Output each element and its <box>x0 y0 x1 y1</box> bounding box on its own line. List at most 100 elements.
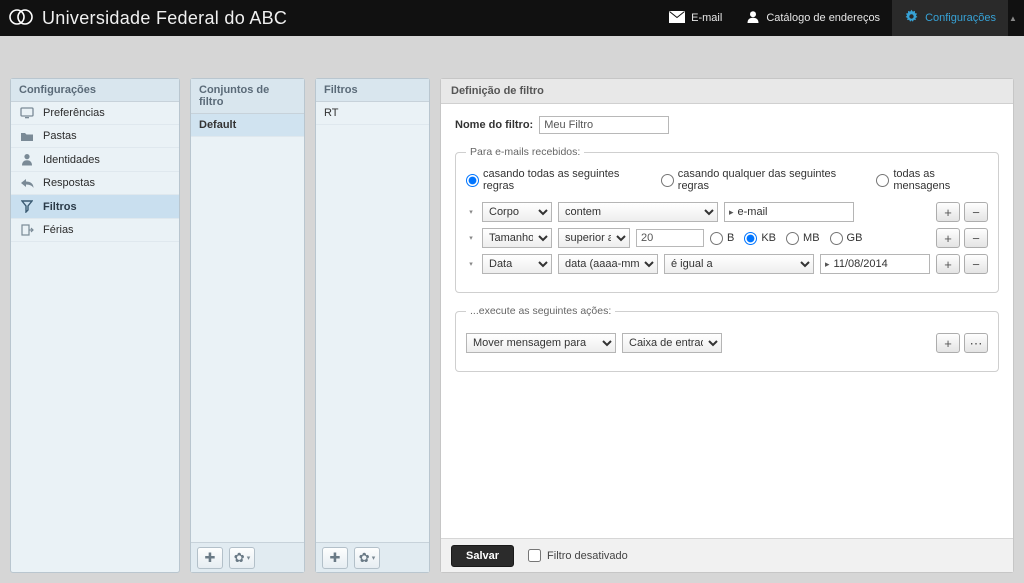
settings-item-label: Identidades <box>43 154 100 166</box>
filter-set-gear-button[interactable]: ✿▾ <box>229 547 255 569</box>
settings-panel-body: Preferências Pastas Identidades Resposta… <box>11 102 179 572</box>
plus-icon: ✚ <box>205 550 216 566</box>
rule-field-select[interactable]: Tamanho <box>482 228 552 248</box>
settings-item-label: Filtros <box>43 201 77 213</box>
workspace: Configurações Preferências Pastas Identi… <box>10 78 1014 573</box>
chevron-down-icon[interactable]: ▾ <box>466 234 476 242</box>
filter-definition-panel: Definição de filtro Nome do filtro: Para… <box>440 78 1014 573</box>
filter-name-label: Nome do filtro: <box>455 119 533 131</box>
plus-icon: + <box>944 258 952 271</box>
settings-item-folders[interactable]: Pastas <box>11 125 179 148</box>
rule-value-label: e-mail <box>738 206 768 218</box>
filter-sets-footer: ✚ ✿▾ <box>191 542 304 572</box>
rules-legend: Para e-mails recebidos: <box>466 146 584 158</box>
reply-icon <box>19 178 35 189</box>
topnav-email[interactable]: E-mail <box>657 0 734 36</box>
gear-icon: ✿ <box>234 550 245 566</box>
rule-size-input[interactable] <box>636 229 704 247</box>
logo-icon <box>8 6 34 31</box>
filter-sets-body: Default <box>191 114 304 542</box>
mail-icon <box>669 11 685 26</box>
settings-item-preferences[interactable]: Preferências <box>11 102 179 125</box>
action-target-select[interactable]: Caixa de entrada <box>622 333 722 353</box>
rule-date-format-select[interactable]: data (aaaa-mm-dd) <box>558 254 658 274</box>
gear-icon: ✿ <box>359 550 370 566</box>
folder-icon <box>19 131 35 142</box>
topnav-settings-label: Configurações <box>925 12 996 24</box>
filter-set-item[interactable]: Default <box>191 114 304 137</box>
filters-list-footer: ✚ ✿▾ <box>316 542 429 572</box>
filter-item[interactable]: RT <box>316 102 429 125</box>
brand-title: Universidade Federal do ABC <box>42 8 287 29</box>
settings-item-label: Preferências <box>43 107 105 119</box>
topnav-contacts-label: Catálogo de endereços <box>766 12 880 24</box>
rule-operator-select[interactable]: é igual a <box>664 254 814 274</box>
minus-icon: − <box>972 206 980 219</box>
unit-mb-radio[interactable]: MB <box>786 232 820 245</box>
add-filter-set-button[interactable]: ✚ <box>197 547 223 569</box>
filters-list-panel: Filtros RT ✚ ✿▾ <box>315 78 430 573</box>
plus-icon: + <box>944 206 952 219</box>
unit-label: GB <box>847 232 863 244</box>
unit-label: MB <box>803 232 820 244</box>
rule-remove-button[interactable]: − <box>964 254 988 274</box>
match-every-label: todas as mensagens <box>893 168 988 192</box>
rule-remove-button[interactable]: − <box>964 228 988 248</box>
action-add-button[interactable]: + <box>936 333 960 353</box>
filters-list-title: Filtros <box>316 79 429 102</box>
rule-field-select[interactable]: Data <box>482 254 552 274</box>
topnav-contacts[interactable]: Catálogo de endereços <box>734 0 892 36</box>
rule-add-button[interactable]: + <box>936 202 960 222</box>
match-mode-row: casando todas as seguintes regras casand… <box>466 168 988 192</box>
match-all-radio[interactable]: casando todas as seguintes regras <box>466 168 643 192</box>
rule-add-button[interactable]: + <box>936 254 960 274</box>
add-filter-button[interactable]: ✚ <box>322 547 348 569</box>
chevron-down-icon[interactable]: ▾ <box>466 260 476 268</box>
plus-icon: + <box>944 232 952 245</box>
unit-label: B <box>727 232 734 244</box>
settings-item-label: Pastas <box>43 130 77 142</box>
settings-item-responses[interactable]: Respostas <box>11 172 179 195</box>
topnav-settings[interactable]: Configurações <box>892 0 1008 36</box>
rule-value-input[interactable]: ▸ e-mail <box>724 202 854 222</box>
match-any-radio[interactable]: casando qualquer das seguintes regras <box>661 168 859 192</box>
settings-item-filters[interactable]: Filtros <box>11 195 179 219</box>
filter-disabled-label: Filtro desativado <box>547 550 628 562</box>
match-any-label: casando qualquer das seguintes regras <box>678 168 859 192</box>
filter-gear-button[interactable]: ✿▾ <box>354 547 380 569</box>
settings-item-vacation[interactable]: Férias <box>11 219 179 242</box>
rule-add-button[interactable]: + <box>936 228 960 248</box>
match-all-label: casando todas as seguintes regras <box>483 168 643 192</box>
filter-definition-footer: Salvar Filtro desativado <box>441 538 1013 572</box>
unit-b-radio[interactable]: B <box>710 232 734 245</box>
match-every-radio[interactable]: todas as mensagens <box>876 168 988 192</box>
exit-icon <box>19 224 35 236</box>
filter-name-row: Nome do filtro: <box>455 116 999 134</box>
save-button[interactable]: Salvar <box>451 545 514 567</box>
rule-row: ▾ Corpo contem ▸ e-mail + − <box>466 202 988 222</box>
topnav-more-caret[interactable]: ▲ <box>1008 14 1018 23</box>
minus-icon: − <box>972 258 980 271</box>
tag-icon: ▸ <box>825 259 830 270</box>
settings-item-identities[interactable]: Identidades <box>11 148 179 172</box>
filter-sets-title: Conjuntos de filtro <box>191 79 304 114</box>
action-more-button[interactable]: ⋯ <box>964 333 988 353</box>
action-select[interactable]: Mover mensagem para <box>466 333 616 353</box>
unit-label: KB <box>761 232 776 244</box>
rule-operator-select[interactable]: contem <box>558 202 718 222</box>
chevron-down-icon[interactable]: ▾ <box>466 208 476 216</box>
rules-fieldset: Para e-mails recebidos: casando todas as… <box>455 146 999 293</box>
minus-icon: − <box>972 232 980 245</box>
monitor-icon <box>19 107 35 119</box>
unit-kb-radio[interactable]: KB <box>744 232 776 245</box>
rule-field-select[interactable]: Corpo <box>482 202 552 222</box>
rule-remove-button[interactable]: − <box>964 202 988 222</box>
filter-disabled-checkbox[interactable]: Filtro desativado <box>528 549 628 562</box>
brand-block: Universidade Federal do ABC <box>8 6 287 31</box>
rule-date-input[interactable]: ▸ 11/08/2014 <box>820 254 930 274</box>
unit-gb-radio[interactable]: GB <box>830 232 863 245</box>
rule-operator-select[interactable]: superior a <box>558 228 630 248</box>
top-bar: Universidade Federal do ABC E-mail Catál… <box>0 0 1024 36</box>
actions-fieldset: ...execute as seguintes ações: Mover men… <box>455 305 999 372</box>
filter-name-input[interactable] <box>539 116 669 134</box>
